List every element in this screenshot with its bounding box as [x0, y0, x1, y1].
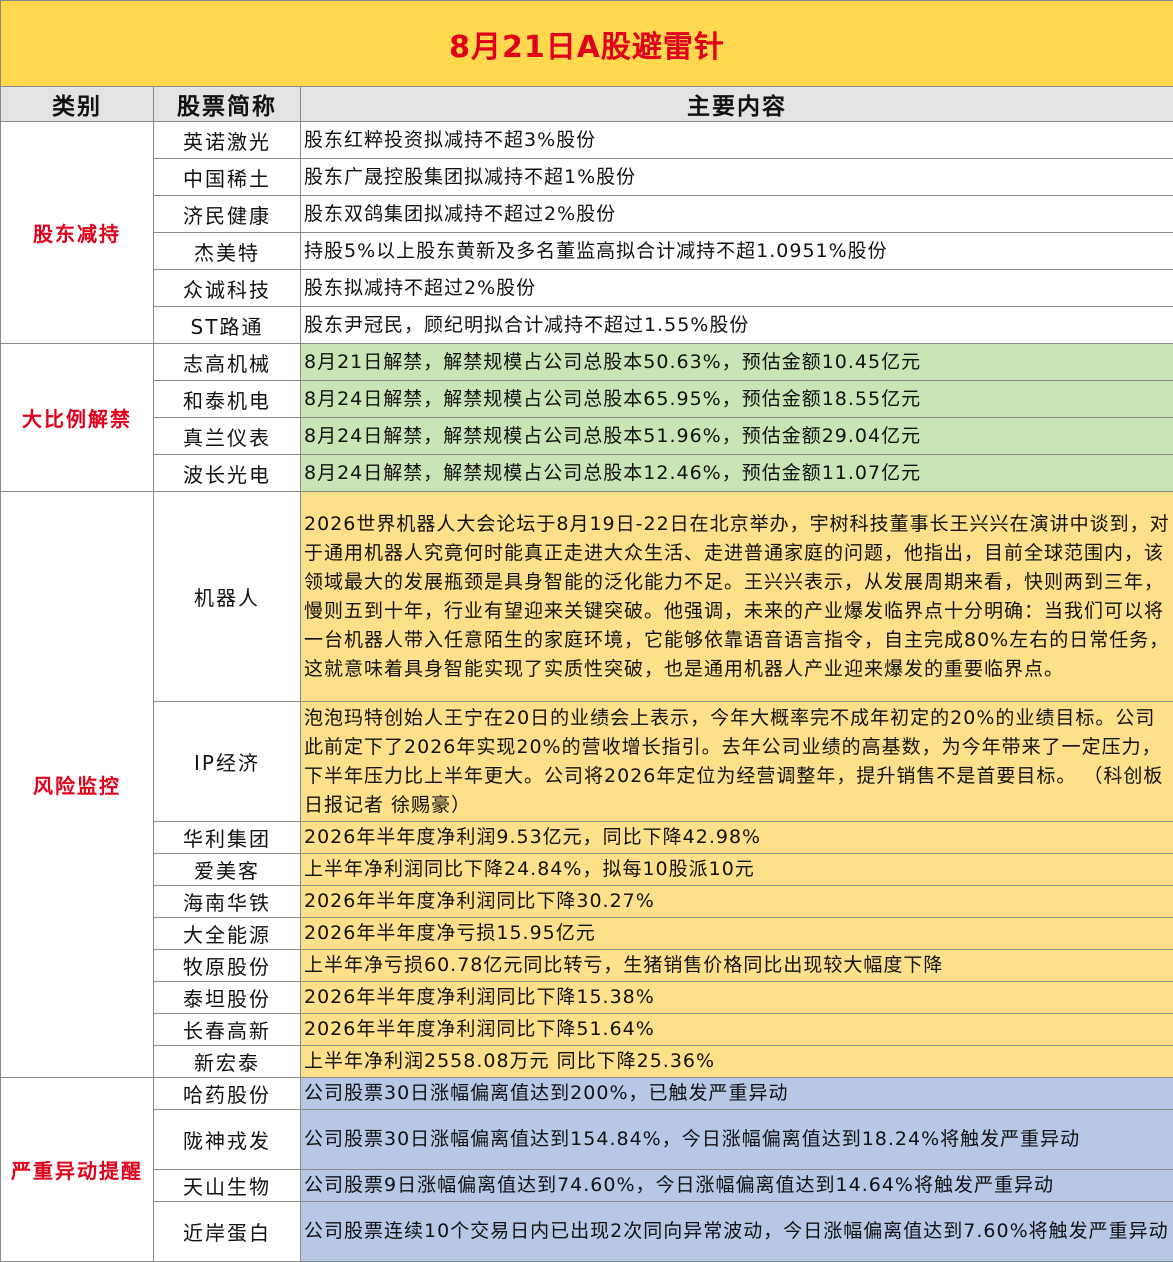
stock-name: 志高机械 — [154, 344, 301, 381]
table-row: 爱美客 上半年净利润同比下降24.84%，拟每10股派10元 — [1, 854, 1173, 886]
page-title: 8月21日A股避雷针 — [1, 1, 1173, 87]
stock-name: IP经济 — [154, 702, 301, 822]
table-row: 严重异动提醒 哈药股份 公司股票30日涨幅偏离值达到200%，已触发严重异动 — [1, 1078, 1173, 1110]
stock-name: 济民健康 — [154, 196, 301, 233]
table-row: 海南华铁 2026年半年度净利润同比下降30.27% — [1, 886, 1173, 918]
content-cell: 股东广晟控股集团拟减持不超1%股份 — [301, 159, 1173, 196]
table-row: 大全能源 2026年半年度净亏损15.95亿元 — [1, 918, 1173, 950]
table-row: 大比例解禁 志高机械 8月21日解禁，解禁规模占公司总股本50.63%，预估金额… — [1, 344, 1173, 381]
table-row: 波长光电 8月24日解禁，解禁规模占公司总股本12.46%，预估金额11.07亿… — [1, 455, 1173, 492]
table-row: 新宏泰 上半年净利润2558.08万元 同比下降25.36% — [1, 1046, 1173, 1078]
content-cell: 公司股票9日涨幅偏离值达到74.60%，今日涨幅偏离值达到14.64%将触发严重… — [301, 1170, 1173, 1202]
stock-name: 波长光电 — [154, 455, 301, 492]
stock-name: 真兰仪表 — [154, 418, 301, 455]
table-row: 陇神戎发 公司股票30日涨幅偏离值达到154.84%，今日涨幅偏离值达到18.2… — [1, 1110, 1173, 1170]
category-cell: 风险监控 — [1, 492, 154, 1078]
stock-name: 华利集团 — [154, 822, 301, 854]
stock-name: 泰坦股份 — [154, 982, 301, 1014]
category-cell: 大比例解禁 — [1, 344, 154, 492]
risk-table: 8月21日A股避雷针 类别 股票简称 主要内容 股东减持 英诺激光 股东红粹投资… — [0, 0, 1173, 1262]
stock-name: 英诺激光 — [154, 122, 301, 159]
content-cell: 上半年净利润同比下降24.84%，拟每10股派10元 — [301, 854, 1173, 886]
table-row: 风险监控 机器人 2026世界机器人大会论坛于8月19日-22日在北京举办，宇树… — [1, 492, 1173, 702]
content-cell: 持股5%以上股东黄新及多名董监高拟合计减持不超1.0951%股份 — [301, 233, 1173, 270]
category-cell: 股东减持 — [1, 122, 154, 344]
stock-name: 天山生物 — [154, 1170, 301, 1202]
table-row: 泰坦股份 2026年半年度净利润同比下降15.38% — [1, 982, 1173, 1014]
content-cell: 2026年半年度净利润同比下降15.38% — [301, 982, 1173, 1014]
table-row: 天山生物 公司股票9日涨幅偏离值达到74.60%，今日涨幅偏离值达到14.64%… — [1, 1170, 1173, 1202]
content-cell: 上半年净利润2558.08万元 同比下降25.36% — [301, 1046, 1173, 1078]
stock-name: 近岸蛋白 — [154, 1202, 301, 1262]
stock-name: 众诚科技 — [154, 270, 301, 307]
content-cell: 股东尹冠民，顾纪明拟合计减持不超过1.55%股份 — [301, 307, 1173, 344]
category-cell: 严重异动提醒 — [1, 1078, 154, 1262]
content-cell: 2026年半年度净亏损15.95亿元 — [301, 918, 1173, 950]
stock-name: 机器人 — [154, 492, 301, 702]
content-cell: 2026年半年度净利润同比下降30.27% — [301, 886, 1173, 918]
header-category: 类别 — [1, 87, 154, 122]
header-content: 主要内容 — [301, 87, 1173, 122]
content-cell: 股东红粹投资拟减持不超3%股份 — [301, 122, 1173, 159]
content-cell: 公司股票30日涨幅偏离值达到154.84%，今日涨幅偏离值达到18.24%将触发… — [301, 1110, 1173, 1170]
stock-name: 长春高新 — [154, 1014, 301, 1046]
stock-name: 和泰机电 — [154, 381, 301, 418]
content-cell: 公司股票连续10个交易日内已出现2次同向异常波动，今日涨幅偏离值达到7.60%将… — [301, 1202, 1173, 1262]
table-row: IP经济 泡泡玛特创始人王宁在20日的业绩会上表示，今年大概率完不成年初定的20… — [1, 702, 1173, 822]
content-cell: 8月24日解禁，解禁规模占公司总股本12.46%，预估金额11.07亿元 — [301, 455, 1173, 492]
stock-name: ST路通 — [154, 307, 301, 344]
content-cell: 股东双鸽集团拟减持不超过2%股份 — [301, 196, 1173, 233]
header-row: 类别 股票简称 主要内容 — [1, 87, 1173, 122]
stock-name: 陇神戎发 — [154, 1110, 301, 1170]
table-row: 济民健康 股东双鸽集团拟减持不超过2%股份 — [1, 196, 1173, 233]
content-cell: 8月21日解禁，解禁规模占公司总股本50.63%，预估金额10.45亿元 — [301, 344, 1173, 381]
table-row: 众诚科技 股东拟减持不超过2%股份 — [1, 270, 1173, 307]
content-cell: 8月24日解禁，解禁规模占公司总股本51.96%，预估金额29.04亿元 — [301, 418, 1173, 455]
table-row: 真兰仪表 8月24日解禁，解禁规模占公司总股本51.96%，预估金额29.04亿… — [1, 418, 1173, 455]
table-row: 近岸蛋白 公司股票连续10个交易日内已出现2次同向异常波动，今日涨幅偏离值达到7… — [1, 1202, 1173, 1262]
table-row: 杰美特 持股5%以上股东黄新及多名董监高拟合计减持不超1.0951%股份 — [1, 233, 1173, 270]
stock-name: 新宏泰 — [154, 1046, 301, 1078]
content-cell: 2026年半年度净利润同比下降51.64% — [301, 1014, 1173, 1046]
content-cell: 8月24日解禁，解禁规模占公司总股本65.95%，预估金额18.55亿元 — [301, 381, 1173, 418]
content-cell: 公司股票30日涨幅偏离值达到200%，已触发严重异动 — [301, 1078, 1173, 1110]
header-stock: 股票简称 — [154, 87, 301, 122]
table-row: 和泰机电 8月24日解禁，解禁规模占公司总股本65.95%，预估金额18.55亿… — [1, 381, 1173, 418]
stock-name: 杰美特 — [154, 233, 301, 270]
title-row: 8月21日A股避雷针 — [1, 1, 1173, 87]
table-row: 华利集团 2026年半年度净利润9.53亿元，同比下降42.98% — [1, 822, 1173, 854]
stock-name: 大全能源 — [154, 918, 301, 950]
content-cell: 股东拟减持不超过2%股份 — [301, 270, 1173, 307]
stock-name: 哈药股份 — [154, 1078, 301, 1110]
content-cell: 泡泡玛特创始人王宁在20日的业绩会上表示，今年大概率完不成年初定的20%的业绩目… — [301, 702, 1173, 822]
table-row: 长春高新 2026年半年度净利润同比下降51.64% — [1, 1014, 1173, 1046]
table-row: 股东减持 英诺激光 股东红粹投资拟减持不超3%股份 — [1, 122, 1173, 159]
stock-name: 牧原股份 — [154, 950, 301, 982]
stock-name: 爱美客 — [154, 854, 301, 886]
table-row: 牧原股份 上半年净亏损60.78亿元同比转亏，生猪销售价格同比出现较大幅度下降 — [1, 950, 1173, 982]
content-cell: 2026年半年度净利润9.53亿元，同比下降42.98% — [301, 822, 1173, 854]
table-row: 中国稀土 股东广晟控股集团拟减持不超1%股份 — [1, 159, 1173, 196]
stock-name: 海南华铁 — [154, 886, 301, 918]
table-row: ST路通 股东尹冠民，顾纪明拟合计减持不超过1.55%股份 — [1, 307, 1173, 344]
stock-name: 中国稀土 — [154, 159, 301, 196]
content-cell: 上半年净亏损60.78亿元同比转亏，生猪销售价格同比出现较大幅度下降 — [301, 950, 1173, 982]
content-cell: 2026世界机器人大会论坛于8月19日-22日在北京举办，宇树科技董事长王兴兴在… — [301, 492, 1173, 702]
